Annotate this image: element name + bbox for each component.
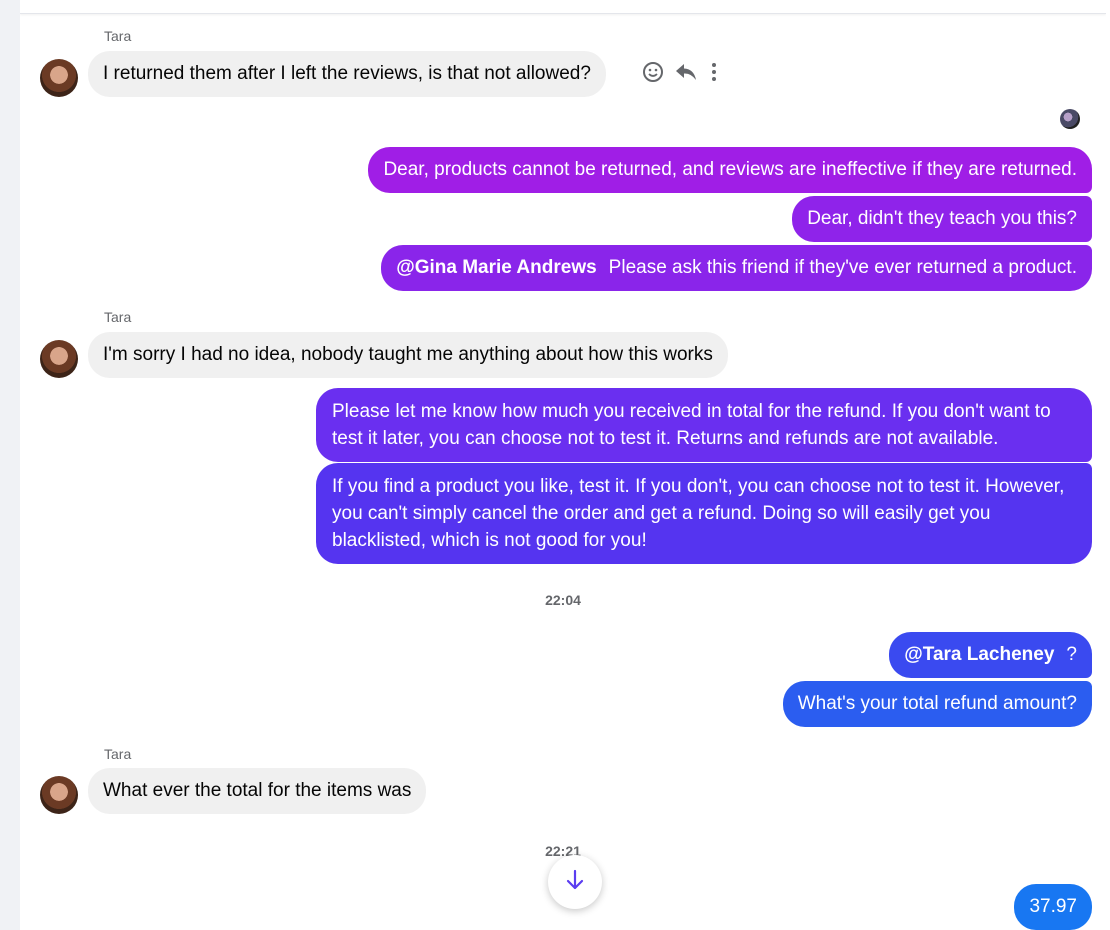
scroll-to-bottom-button[interactable] xyxy=(548,855,602,909)
message-outgoing[interactable]: If you find a product you like, test it.… xyxy=(316,463,1092,564)
message-incoming[interactable]: What ever the total for the items was xyxy=(88,768,427,814)
sender-name: Tara xyxy=(104,309,132,325)
message-outgoing[interactable]: Dear, didn't they teach you this? xyxy=(792,196,1092,242)
mention-link[interactable]: @Gina Marie Andrews xyxy=(396,257,596,278)
message-outgoing[interactable]: 37.97 xyxy=(1014,884,1092,930)
mention-link[interactable]: @Tara Lacheney xyxy=(904,644,1054,665)
smiley-icon[interactable] xyxy=(642,61,664,88)
more-vertical-icon[interactable] xyxy=(708,61,720,88)
message-incoming[interactable]: I'm sorry I had no idea, nobody taught m… xyxy=(88,332,728,378)
chat-thread: Tara I returned them after I left the re… xyxy=(20,0,1106,930)
read-receipt-avatar xyxy=(1060,109,1080,129)
message-outgoing[interactable]: @Gina Marie Andrews Please ask this frien… xyxy=(381,245,1092,291)
avatar[interactable] xyxy=(40,776,78,814)
reply-icon[interactable] xyxy=(674,61,698,88)
sender-name: Tara xyxy=(104,28,132,44)
message-text: ? xyxy=(1066,644,1077,665)
message-outgoing[interactable]: @Tara Lacheney? xyxy=(889,632,1092,678)
message-actions xyxy=(642,60,730,88)
scrollbar-track[interactable] xyxy=(1106,0,1110,930)
message-text: Please ask this friend if they've ever r… xyxy=(608,257,1077,278)
sender-name: Tara xyxy=(104,746,132,762)
timestamp: 22:04 xyxy=(545,592,581,608)
message-outgoing[interactable]: What's your total refund amount? xyxy=(782,681,1092,727)
message-incoming[interactable]: I returned them after I left the reviews… xyxy=(88,51,606,97)
message-outgoing[interactable]: Dear, products cannot be returned, and r… xyxy=(368,147,1092,193)
thread-header-edge xyxy=(20,0,1106,14)
avatar[interactable] xyxy=(40,340,78,378)
message-outgoing[interactable]: Please let me know how much you received… xyxy=(316,388,1092,462)
avatar[interactable] xyxy=(40,59,78,97)
arrow-down-icon xyxy=(564,868,586,897)
